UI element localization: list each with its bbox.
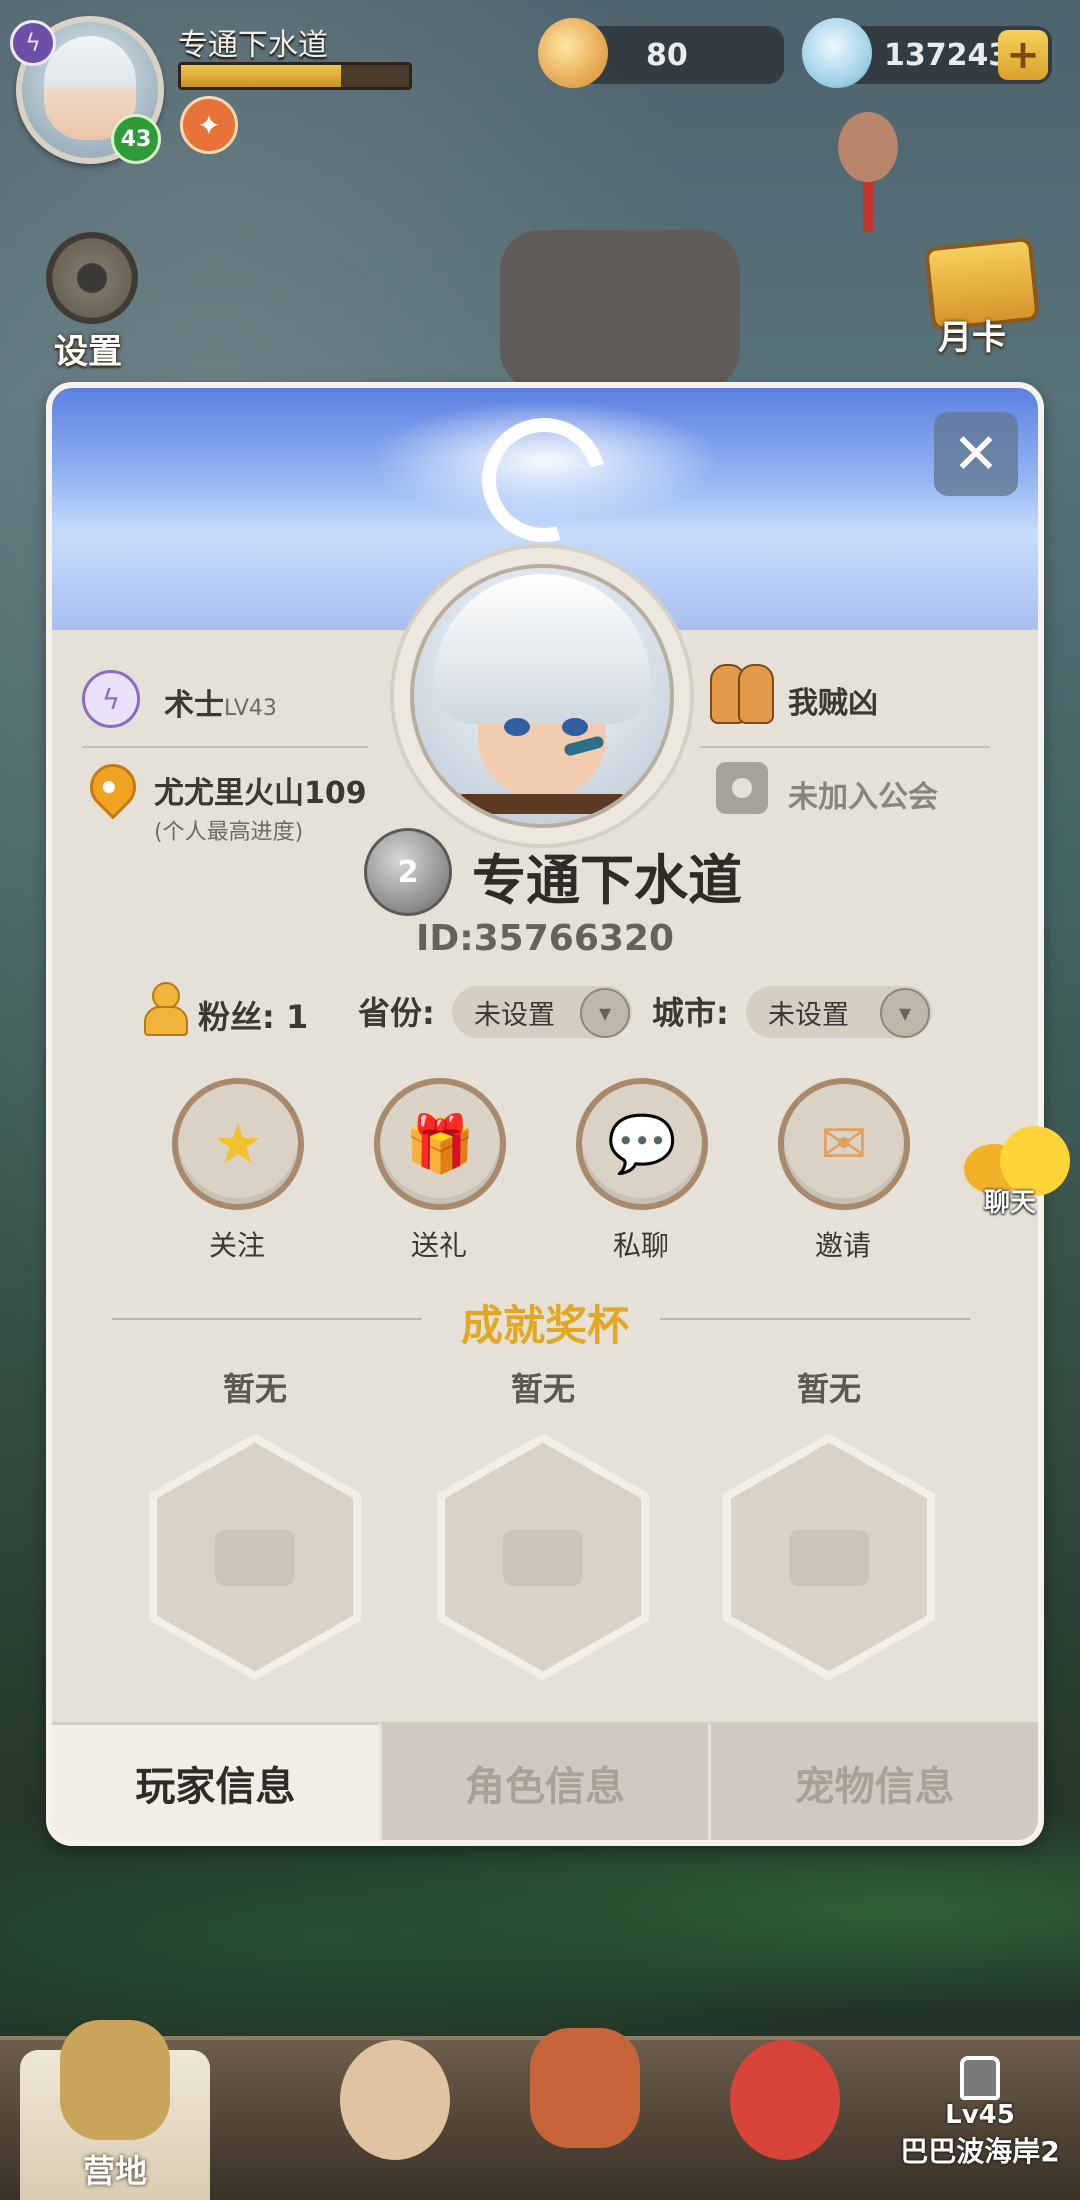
class-icon: ϟ xyxy=(82,670,140,728)
bottom-navigation: 营地 Lv45 巴巴波海岸2 xyxy=(0,2020,1080,2200)
nav-totem[interactable] xyxy=(490,2010,680,2200)
guild-status: 未加入公会 xyxy=(788,780,938,815)
city-value: 未设置 xyxy=(768,999,849,1031)
location-name: 尤尤里火山109 xyxy=(154,776,367,811)
tab-pet-info[interactable]: 宠物信息 xyxy=(708,1722,1038,1840)
gift-icon: 🎁 xyxy=(405,1112,475,1177)
class-level: LV43 xyxy=(224,696,277,721)
shell-icon xyxy=(538,18,608,88)
nav-camp[interactable]: 营地 xyxy=(20,2020,210,2200)
gem-icon xyxy=(802,18,872,88)
close-icon: ✕ xyxy=(952,421,1000,487)
section-divider-right xyxy=(660,1318,970,1320)
chat-button[interactable]: 聊天 xyxy=(960,1124,1070,1228)
tab-character-info[interactable]: 角色信息 xyxy=(378,1722,709,1840)
location-pin-icon xyxy=(80,754,146,820)
hud-player-name: 专通下水道 xyxy=(178,28,328,63)
city-select[interactable]: 未设置 ▾ xyxy=(746,986,932,1038)
trophy-slot[interactable]: 暂无 xyxy=(142,1364,368,1680)
province-value: 未设置 xyxy=(474,999,555,1031)
close-button[interactable]: ✕ xyxy=(934,412,1018,496)
location-note: (个人最高进度) xyxy=(154,820,304,845)
trophy-slot[interactable]: 暂无 xyxy=(716,1364,942,1680)
divider xyxy=(82,746,368,748)
province-select[interactable]: 未设置 ▾ xyxy=(452,986,632,1038)
settings-label: 设置 xyxy=(54,332,122,372)
fans-info: 粉丝: 1 xyxy=(198,992,308,1038)
camp-icon xyxy=(60,2020,170,2140)
chat-label: 聊天 xyxy=(984,1188,1037,1218)
city-label: 城市: xyxy=(652,994,729,1032)
nav-character[interactable] xyxy=(300,2010,490,2200)
follow-label: 关注 xyxy=(208,1229,265,1262)
balloon-decoration xyxy=(838,112,908,232)
add-gems-button[interactable]: + xyxy=(998,30,1048,80)
province-label: 省份: xyxy=(358,994,435,1032)
chat-icon: 💬 xyxy=(607,1112,677,1177)
trophy-slot-label: 暂无 xyxy=(510,1370,575,1408)
profile-player-name: 专通下水道 xyxy=(472,849,742,912)
invite-label: 邀请 xyxy=(814,1229,871,1262)
fans-icon xyxy=(144,982,188,1036)
tab-player-info[interactable]: 玩家信息 xyxy=(52,1722,379,1840)
trophy-slot-label: 暂无 xyxy=(222,1370,287,1408)
class-icon: ϟ xyxy=(10,20,56,66)
divider xyxy=(700,746,990,748)
trophy-slot-label: 暂无 xyxy=(796,1370,861,1408)
trophy-empty-icon xyxy=(437,1434,649,1680)
send-gift-label: 送礼 xyxy=(410,1229,467,1262)
hud-xp-fill xyxy=(181,65,341,87)
profile-avatar xyxy=(390,544,694,848)
shell-count: 80 xyxy=(646,37,688,73)
month-card-button[interactable]: 月卡 xyxy=(920,234,1041,358)
partner-icon xyxy=(710,660,774,724)
send-gift-button[interactable]: 🎁 送礼 xyxy=(374,1078,506,1264)
class-info: 术士LV43 xyxy=(164,680,277,724)
fans-count: 1 xyxy=(285,998,309,1036)
map-stage-button[interactable]: Lv45 巴巴波海岸2 xyxy=(892,2050,1068,2180)
map-name: 巴巴波海岸2 xyxy=(900,2135,1060,2168)
star-icon: ★ xyxy=(212,1111,264,1177)
gem-count: 137243 xyxy=(884,37,1010,73)
trophy-slot[interactable]: 暂无 xyxy=(430,1364,656,1680)
nav-pet[interactable] xyxy=(690,2010,880,2200)
partner-name: 我贼凶 xyxy=(788,686,878,721)
player-id: ID:35766320 xyxy=(415,918,675,959)
chevron-down-icon: ▾ xyxy=(880,988,930,1038)
hud-xp-bar xyxy=(178,62,412,90)
achievements-title: 成就奖杯 xyxy=(460,1301,629,1350)
lock-icon xyxy=(960,2056,1000,2100)
character-icon xyxy=(340,2040,450,2160)
map-level: Lv45 xyxy=(945,2100,1015,2130)
guild-icon xyxy=(716,762,768,814)
month-card-label: 月卡 xyxy=(938,318,1006,358)
trophy-empty-icon xyxy=(149,1434,361,1680)
private-chat-button[interactable]: 💬 私聊 xyxy=(576,1078,708,1264)
trophy-empty-icon xyxy=(723,1434,935,1680)
chevron-down-icon: ▾ xyxy=(580,988,630,1038)
invite-button[interactable]: ✉ 邀请 xyxy=(778,1078,910,1264)
location-info: 尤尤里火山109 (个人最高进度) xyxy=(154,768,367,847)
profile-tabs: 玩家信息 角色信息 宠物信息 xyxy=(52,1722,1038,1840)
player-profile-dialog: ✕ ϟ 术士LV43 尤尤里火山109 (个人最高进度) 我贼凶 未加入公会 2… xyxy=(46,382,1044,1846)
hud-level-badge: 43 xyxy=(111,114,161,164)
mail-icon: ✉ xyxy=(820,1111,868,1177)
settings-button[interactable]: 设置 xyxy=(40,232,144,372)
moon-emblem-icon xyxy=(459,395,629,565)
gear-icon xyxy=(46,232,138,324)
camp-label: 营地 xyxy=(82,2152,147,2190)
class-label: 术士 xyxy=(164,688,224,723)
fans-label: 粉丝: xyxy=(198,998,275,1036)
gem-currency: 137243 + xyxy=(802,18,1052,88)
totem-icon xyxy=(530,2028,640,2148)
pet-icon xyxy=(730,2040,840,2160)
buff-icon[interactable]: ✦ xyxy=(180,96,238,154)
shell-currency: 80 xyxy=(538,18,784,88)
follow-button[interactable]: ★ 关注 xyxy=(172,1078,304,1264)
private-chat-label: 私聊 xyxy=(612,1229,669,1262)
rank-badge: 2 xyxy=(364,828,452,916)
